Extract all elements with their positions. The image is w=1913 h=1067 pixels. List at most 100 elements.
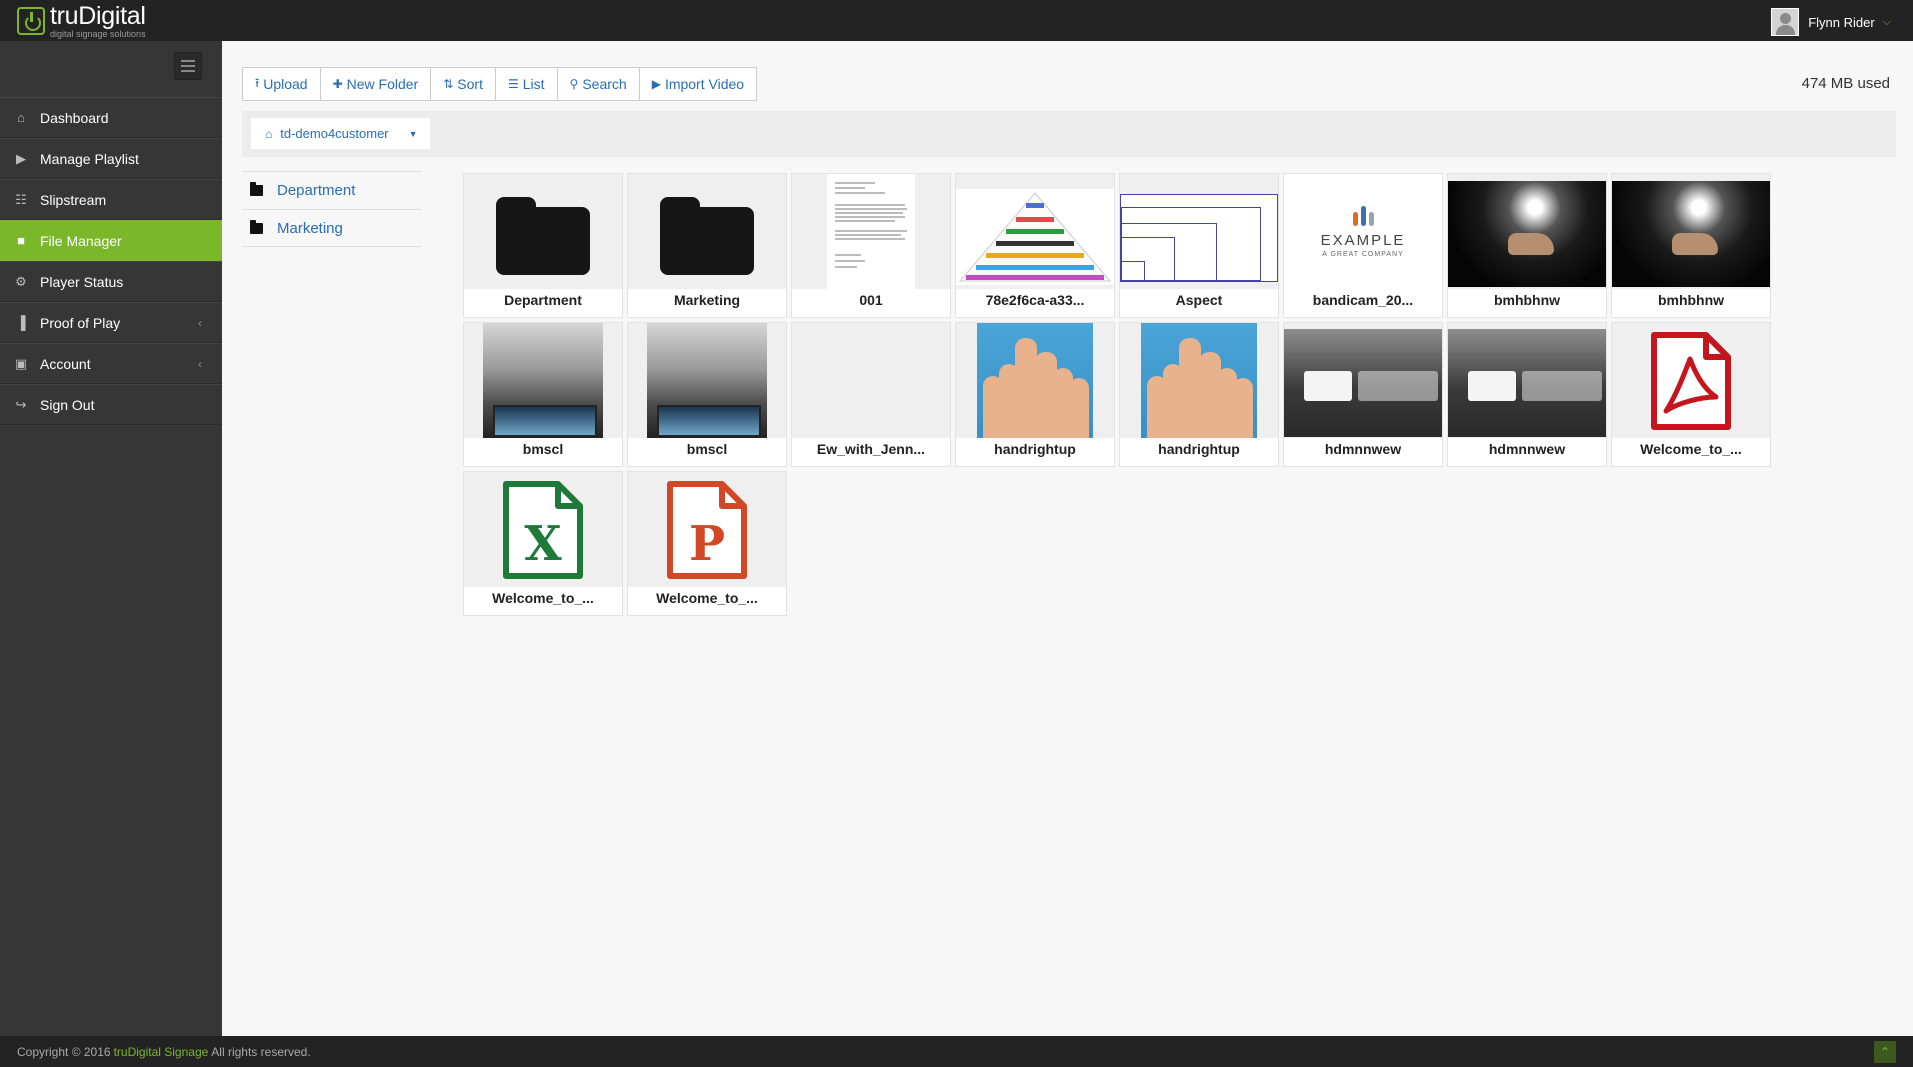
file-thumbnail [464, 174, 622, 289]
search-button[interactable]: ⚲ Search [557, 68, 640, 100]
sidebar-item-manage-playlist[interactable]: ▶ Manage Playlist [0, 138, 222, 179]
chevron-left-icon: ‹ [198, 315, 202, 330]
file-tile[interactable]: EXAMPLE A GREAT COMPANY bandicam_20... [1283, 173, 1443, 318]
youtube-icon: ▶ [651, 77, 661, 91]
file-tile[interactable]: bmhbhnw [1611, 173, 1771, 318]
file-name: handrightup [994, 441, 1076, 457]
document-preview [827, 174, 915, 289]
breadcrumb-root-dropdown[interactable]: ⌂ td-demo4customer ▼ [251, 118, 430, 149]
file-tile[interactable]: Ew_with_Jenn... [791, 322, 951, 467]
top-bar: truDigital digital signage solutions Fly… [0, 0, 1913, 41]
sidebar-item-sign-out[interactable]: ↪ Sign Out [0, 384, 222, 425]
file-tile[interactable]: X Welcome_to_... [463, 471, 623, 616]
footer-brand-link[interactable]: truDigital Signage [114, 1045, 209, 1059]
sidebar-item-label: Manage Playlist [40, 150, 139, 167]
new-folder-button[interactable]: ✚ New Folder [320, 68, 432, 100]
file-name: bmhbhnw [1493, 292, 1561, 308]
folder-tree: Department Marketing [242, 171, 422, 247]
sidebar-item-proof-of-play[interactable]: ▐ Proof of Play ‹ [0, 302, 222, 343]
power-logo-icon [17, 7, 45, 35]
raised-hands-image [1141, 323, 1257, 438]
chevron-up-icon: ⌃ [1879, 1045, 1891, 1059]
play-icon: ▶ [16, 150, 26, 166]
svg-text:P: P [689, 516, 725, 572]
excel-file-icon: X [503, 480, 583, 579]
file-name: Welcome_to_... [1640, 441, 1742, 457]
sidebar-item-label: Sign Out [40, 396, 95, 413]
file-tile[interactable]: Department [463, 173, 623, 318]
sidebar-item-slipstream[interactable]: ☷ Slipstream [0, 179, 222, 220]
world-map-tablet-image [647, 323, 767, 438]
tree-item-label: Marketing [277, 219, 343, 237]
tree-item-label: Department [277, 182, 356, 199]
sitemap-icon: ☷ [15, 191, 27, 207]
file-name: Ew_with_Jenn... [816, 441, 926, 457]
folder-icon [496, 196, 590, 275]
file-name: hdmnnwew [1324, 441, 1402, 457]
sidebar-item-player-status[interactable]: ⚙ Player Status [0, 261, 222, 302]
file-tile[interactable]: 001 [791, 173, 951, 318]
upload-icon: ⭱ [255, 75, 260, 90]
tree-item-marketing[interactable]: Marketing [242, 209, 422, 247]
sidebar-item-account[interactable]: ▣ Account ‹ [0, 343, 222, 384]
folder-icon [250, 219, 263, 234]
search-icon: ⚲ [569, 77, 579, 91]
file-thumbnail [628, 174, 786, 289]
file-tile[interactable]: Marketing [627, 173, 787, 318]
file-name: hdmnnwew [1488, 441, 1566, 457]
file-thumbnail: EXAMPLE A GREAT COMPANY [1284, 174, 1442, 289]
file-name: Welcome_to_... [656, 590, 758, 606]
menu-toggle-button[interactable] [174, 52, 202, 80]
file-thumbnail [792, 323, 950, 438]
list-icon: ☰ [507, 77, 519, 91]
file-name: Marketing [673, 292, 741, 308]
file-thumbnail [1284, 323, 1442, 438]
file-tile[interactable]: bmscl [627, 322, 787, 467]
file-thumbnail [956, 323, 1114, 438]
lightbulb-hand-image [1448, 181, 1606, 287]
file-toolbar: ⭱ Upload ✚ New Folder ⇅ Sort ☰ List ⚲ Search … [242, 67, 758, 101]
file-tile[interactable]: 78e2f6ca-a33... [955, 173, 1115, 318]
file-tile[interactable]: P Welcome_to_... [627, 471, 787, 616]
file-name: bmhbhnw [1657, 292, 1725, 308]
user-menu[interactable]: Flynn Rider ⌵ [1771, 8, 1891, 36]
sort-button[interactable]: ⇅ Sort [431, 68, 496, 100]
sidebar: ⌂ Dashboard ▶ Manage Playlist ☷ Slipstre… [0, 41, 222, 1036]
file-name: bmscl [686, 441, 728, 457]
pdf-file-icon [1651, 331, 1731, 430]
sidebar-item-label: Slipstream [40, 191, 107, 208]
folder-icon: ■ [17, 233, 25, 248]
file-tile[interactable]: hdmnnwew [1283, 322, 1443, 467]
briefcase-icon: ▣ [14, 355, 28, 371]
file-thumbnail [464, 323, 622, 438]
sign-out-icon: ↪ [15, 396, 27, 412]
plus-icon: ✚ [332, 77, 343, 91]
file-thumbnail [1448, 323, 1606, 438]
file-tile[interactable]: bmscl [463, 322, 623, 467]
world-map-tablet-image [483, 323, 603, 438]
tree-item-department[interactable]: Department [242, 171, 422, 209]
file-tile[interactable]: handrightup [1119, 322, 1279, 467]
app-logo[interactable]: truDigital digital signage solutions [17, 1, 146, 38]
file-name: Aspect [1175, 292, 1223, 308]
app-name: truDigital [50, 1, 146, 30]
file-tile[interactable]: hdmnnwew [1447, 322, 1607, 467]
sidebar-item-dashboard[interactable]: ⌂ Dashboard [0, 97, 222, 138]
file-tile[interactable]: Aspect [1119, 173, 1279, 318]
breadcrumb-label: td-demo4customer [280, 126, 389, 141]
sidebar-item-label: Dashboard [40, 109, 109, 126]
example-logo-icon [1352, 205, 1374, 226]
sidebar-item-file-manager[interactable]: ■ File Manager [0, 220, 222, 261]
scroll-to-top-button[interactable]: ⌃ [1874, 1041, 1896, 1063]
file-thumbnail [956, 174, 1114, 289]
chevron-down-icon: ⌵ [1882, 15, 1891, 28]
file-tile[interactable]: handrightup [955, 322, 1115, 467]
rights-text: All rights reserved. [211, 1044, 311, 1059]
file-tile[interactable]: bmhbhnw [1447, 173, 1607, 318]
list-button[interactable]: ☰ List [495, 68, 558, 100]
upload-button[interactable]: ⭱ Upload [243, 68, 321, 100]
file-name: Welcome_to_... [492, 590, 594, 606]
file-tile[interactable]: Welcome_to_... [1611, 322, 1771, 467]
file-name: Department [504, 292, 582, 308]
import-video-button[interactable]: ▶ Import Video [639, 68, 757, 100]
